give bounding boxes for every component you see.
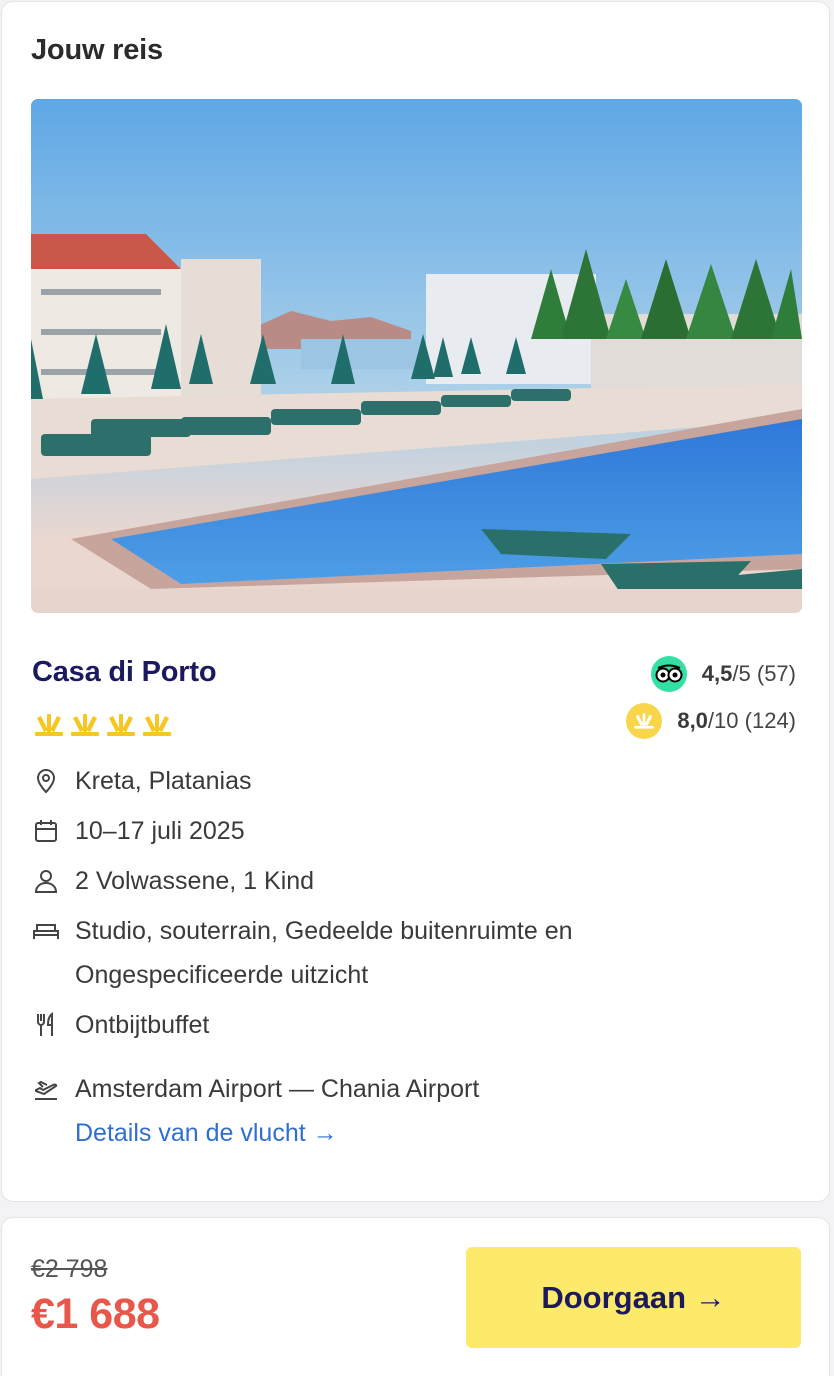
room-text-line1: Studio, souterrain, Gedeelde buitenruimt… — [75, 917, 573, 945]
location-pin-icon — [36, 768, 56, 794]
sun-star-icon — [71, 714, 99, 736]
travelers-text: 2 Volwassene, 1 Kind — [75, 867, 315, 895]
ratings: 4,5/5 (57) 8,0/10 (124) — [626, 654, 796, 748]
star-rating — [35, 712, 171, 738]
location-row: Kreta, Platanias — [32, 759, 792, 803]
board-row: Ontbijtbuffet — [32, 1003, 792, 1047]
old-price: €2 798 — [31, 1255, 108, 1283]
room-text-line2: Ongespecificeerde uitzicht — [75, 961, 369, 989]
fork-knife-icon — [37, 1012, 53, 1036]
room-row: Studio, souterrain, Gedeelde buitenruimt… — [32, 909, 792, 997]
tripadvisor-rating[interactable]: 4,5/5 (57) — [626, 654, 796, 694]
calendar-icon — [35, 820, 57, 842]
bed-icon — [33, 924, 59, 939]
sun-star-icon — [143, 714, 171, 736]
sun-star-icon — [35, 714, 63, 736]
current-price: €1 688 — [31, 1290, 160, 1338]
person-icon — [34, 870, 58, 893]
trip-summary-card: Jouw reis Casa di Porto 4,5/5 (57) 8,0/1… — [1, 1, 830, 1202]
dates-row: 10–17 juli 2025 — [32, 809, 792, 853]
tripadvisor-score-text: 4,5/5 (57) — [701, 661, 796, 686]
travelers-row: 2 Volwassene, 1 Kind — [32, 859, 792, 903]
sunweb-rating[interactable]: 8,0/10 (124) — [626, 701, 796, 741]
continue-button[interactable]: Doorgaan → — [466, 1247, 801, 1348]
hotel-name[interactable]: Casa di Porto — [32, 656, 217, 689]
dates-text: 10–17 juli 2025 — [75, 817, 245, 845]
airplane-takeoff-icon — [35, 1080, 58, 1100]
trip-details: Kreta, Platanias 10–17 juli 2025 2 Volwa… — [32, 759, 792, 1155]
section-title: Jouw reis — [31, 34, 163, 66]
sunweb-logo-icon — [626, 703, 663, 739]
price-footer: €2 798 €1 688 Doorgaan → — [1, 1217, 830, 1376]
sun-star-icon — [107, 714, 135, 736]
flight-row: Amsterdam Airport — Chania Airport Detai… — [32, 1067, 792, 1155]
location-text: Kreta, Platanias — [75, 767, 252, 795]
board-text: Ontbijtbuffet — [75, 1011, 210, 1039]
flight-route-text: Amsterdam Airport — Chania Airport — [75, 1075, 480, 1103]
sunweb-score-text: 8,0/10 (124) — [677, 708, 796, 733]
hotel-photo[interactable] — [31, 99, 802, 613]
tripadvisor-icon — [650, 656, 687, 692]
flight-details-link[interactable]: Details van de vlucht → — [75, 1111, 338, 1155]
